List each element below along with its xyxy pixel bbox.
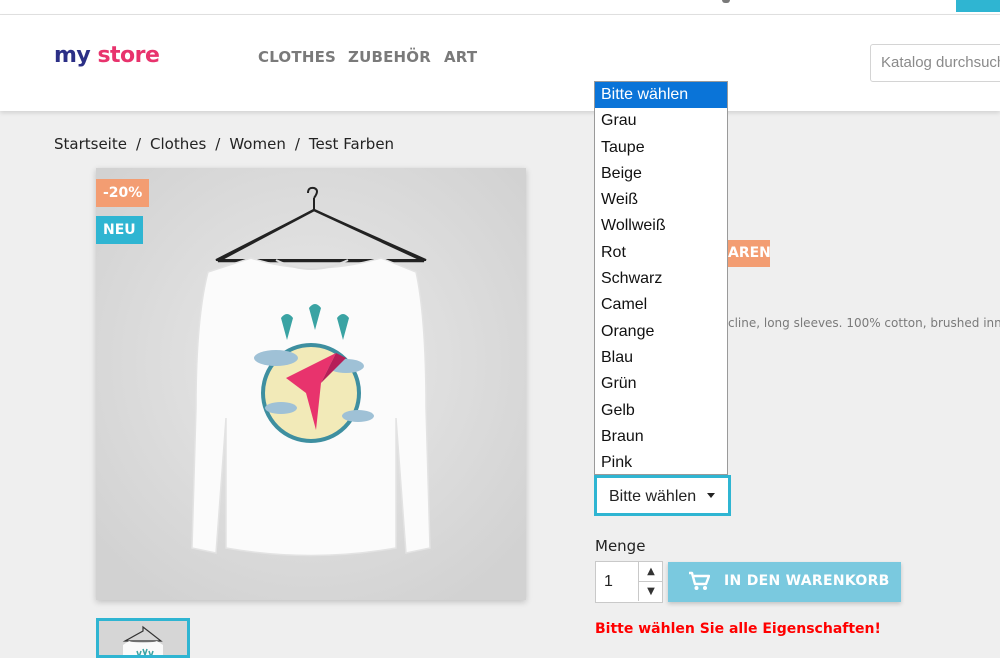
quantity-stepper[interactable]: 1 ▲ ▼	[595, 561, 663, 603]
color-select-value: Bitte wählen	[609, 488, 697, 505]
dropdown-option[interactable]: Weiß	[595, 187, 727, 213]
nav-item-clothes[interactable]: CLOTHES	[258, 48, 336, 66]
add-to-cart-label: IN DEN WARENKORB	[724, 573, 890, 589]
breadcrumb-home[interactable]: Startseite	[54, 135, 127, 153]
thumbnail-shirt-icon	[122, 625, 163, 655]
discount-badge: -20%	[96, 179, 150, 207]
color-select[interactable]: Bitte wählen	[594, 475, 731, 516]
dropdown-option[interactable]: Beige	[595, 161, 727, 187]
site-header: my store CLOTHES ZUBEHÖR ART Katalog dur…	[0, 15, 1000, 111]
shirt-illustration	[96, 168, 526, 600]
dropdown-option[interactable]: Pink	[595, 450, 727, 476]
breadcrumb-women[interactable]: Women	[229, 135, 285, 153]
dropdown-option[interactable]: Orange	[595, 319, 727, 345]
store-logo[interactable]: my store	[54, 43, 160, 68]
dropdown-option[interactable]: Bitte wählen	[595, 82, 727, 109]
chevron-down-icon	[707, 493, 715, 498]
dropdown-option[interactable]: Grau	[595, 108, 727, 134]
dropdown-option[interactable]: Schwarz	[595, 266, 727, 292]
quantity-label: Menge	[595, 537, 646, 555]
top-nav-bar	[0, 0, 1000, 15]
error-message: Bitte wählen Sie alle Eigenschaften!	[595, 621, 881, 637]
dropdown-option[interactable]: Blau	[595, 345, 727, 371]
cart-tab[interactable]	[956, 0, 1000, 12]
nav-item-art[interactable]: ART	[444, 48, 477, 66]
add-to-cart-button[interactable]: IN DEN WARENKORB	[668, 562, 901, 602]
increment-icon[interactable]: ▲	[638, 562, 663, 582]
dropdown-option[interactable]: Grün	[595, 371, 727, 397]
product-short-description: cline, long sleeves. 100% cotton, brushe…	[728, 316, 1000, 330]
breadcrumb: Startseite / Clothes / Women / Test Farben	[54, 135, 395, 153]
color-dropdown-list[interactable]: Bitte wählen Grau Taupe Beige Weiß Wollw…	[594, 81, 728, 475]
quantity-input[interactable]: 1	[604, 573, 613, 591]
dropdown-option[interactable]: Braun	[595, 424, 727, 450]
product-thumbnail[interactable]	[96, 618, 190, 658]
decrement-icon[interactable]: ▼	[638, 582, 663, 601]
dropdown-option[interactable]: Camel	[595, 292, 727, 318]
nav-item-zubehoer[interactable]: ZUBEHÖR	[348, 48, 431, 66]
search-input[interactable]: Katalog durchsuchen	[870, 44, 1000, 82]
breadcrumb-clothes[interactable]: Clothes	[150, 135, 206, 153]
shopping-cart-icon	[689, 571, 710, 590]
dropdown-option[interactable]: Rot	[595, 240, 727, 266]
dropdown-option[interactable]: Gelb	[595, 398, 727, 424]
breadcrumb-current: Test Farben	[308, 135, 395, 153]
dropdown-option[interactable]: Wollweiß	[595, 213, 727, 239]
product-image[interactable]	[96, 168, 526, 600]
dropdown-option[interactable]: Taupe	[595, 135, 727, 161]
new-badge: NEU	[96, 216, 143, 244]
top-bar-indicator	[722, 0, 730, 3]
